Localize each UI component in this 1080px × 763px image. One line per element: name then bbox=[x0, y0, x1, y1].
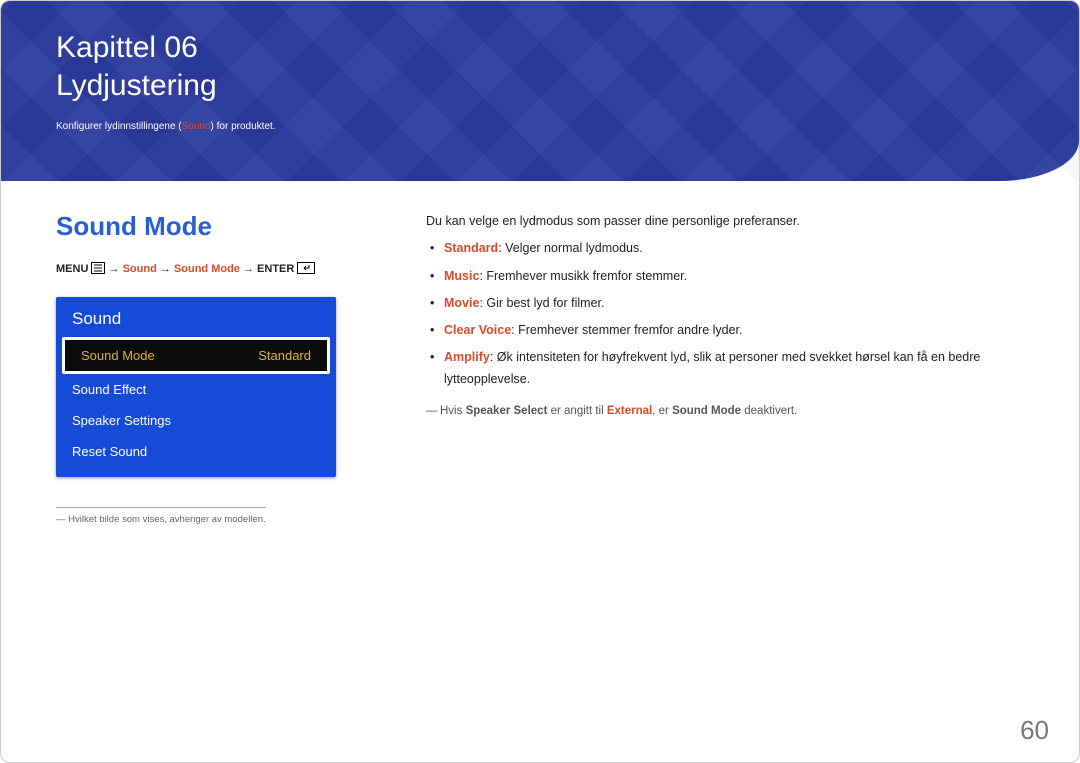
note-b1: Speaker Select bbox=[466, 405, 548, 417]
arrow: → bbox=[160, 263, 174, 275]
term: Standard bbox=[444, 241, 498, 255]
chapter-label: Kapittel 06 bbox=[56, 31, 1039, 65]
model-footnote: ― Hvilket bilde som vises, avhenger av m… bbox=[56, 507, 266, 525]
desc: : Velger normal lydmodus. bbox=[498, 241, 643, 255]
chapter-title: Lydjustering bbox=[56, 69, 1039, 103]
osd-item[interactable]: Sound Effect bbox=[56, 374, 336, 405]
list-item: Movie: Gir best lyd for filmer. bbox=[426, 293, 1039, 314]
menu-label: MENU bbox=[56, 263, 91, 275]
list-item: Clear Voice: Fremhever stemmer fremfor a… bbox=[426, 320, 1039, 341]
enter-icon bbox=[297, 262, 315, 274]
left-column: Sound Mode MENU → Sound → Sound Mode → E… bbox=[56, 211, 366, 527]
content-area: Sound Mode MENU → Sound → Sound Mode → E… bbox=[1, 181, 1079, 527]
osd-item-selected[interactable]: Sound Mode Standard bbox=[62, 337, 330, 374]
subtitle-pre: Konfigurer lydinnstillingene ( bbox=[56, 121, 182, 132]
term: Movie bbox=[444, 296, 479, 310]
osd-item[interactable]: Reset Sound bbox=[56, 436, 336, 467]
note-mid2: , er bbox=[652, 405, 672, 417]
osd-selected-label: Sound Mode bbox=[81, 348, 155, 363]
path-sound-mode: Sound Mode bbox=[174, 263, 240, 275]
chapter-subtitle: Konfigurer lydinnstillingene (Sound) for… bbox=[56, 121, 1039, 132]
note-pre: Hvis bbox=[440, 405, 466, 417]
term: Clear Voice bbox=[444, 323, 511, 337]
arrow: → bbox=[109, 263, 123, 275]
intro-text: Du kan velge en lydmodus som passer dine… bbox=[426, 211, 1039, 232]
desc: : Fremhever stemmer fremfor andre lyder. bbox=[511, 323, 742, 337]
osd-item[interactable]: Speaker Settings bbox=[56, 405, 336, 436]
subtitle-post: ) for produktet. bbox=[211, 121, 276, 132]
list-item: Music: Fremhever musikk fremfor stemmer. bbox=[426, 266, 1039, 287]
note-post: deaktivert. bbox=[741, 405, 797, 417]
list-item: Amplify: Øk intensiteten for høyfrekvent… bbox=[426, 347, 1039, 390]
osd-selected-value: Standard bbox=[258, 348, 311, 363]
osd-title: Sound bbox=[56, 297, 336, 337]
osd-menu: Sound Sound Mode Standard Sound Effect S… bbox=[56, 297, 336, 477]
enter-label: ENTER bbox=[257, 263, 297, 275]
arrow: → bbox=[243, 263, 257, 275]
path-sound: Sound bbox=[123, 263, 157, 275]
desc: : Øk intensiteten for høyfrekvent lyd, s… bbox=[444, 350, 980, 385]
section-title: Sound Mode bbox=[56, 211, 366, 242]
term: Music bbox=[444, 269, 479, 283]
page-number: 60 bbox=[1020, 715, 1049, 746]
menu-icon bbox=[91, 262, 105, 274]
chapter-banner: Kapittel 06 Lydjustering Konfigurer lydi… bbox=[1, 1, 1079, 181]
bullet-list: Standard: Velger normal lydmodus. Music:… bbox=[426, 238, 1039, 390]
note-b2: Sound Mode bbox=[672, 405, 741, 417]
note-mid1: er angitt til bbox=[547, 405, 606, 417]
page: Kapittel 06 Lydjustering Konfigurer lydi… bbox=[0, 0, 1080, 763]
subtitle-highlight: Sound bbox=[182, 121, 211, 132]
term: Amplify bbox=[444, 350, 490, 364]
desc: : Gir best lyd for filmer. bbox=[479, 296, 604, 310]
note-r1: External bbox=[607, 405, 652, 417]
menu-path: MENU → Sound → Sound Mode → ENTER bbox=[56, 262, 366, 275]
right-column: Du kan velge en lydmodus som passer dine… bbox=[426, 211, 1039, 527]
speaker-select-note: Hvis Speaker Select er angitt til Extern… bbox=[426, 402, 1039, 422]
list-item: Standard: Velger normal lydmodus. bbox=[426, 238, 1039, 259]
desc: : Fremhever musikk fremfor stemmer. bbox=[479, 269, 687, 283]
